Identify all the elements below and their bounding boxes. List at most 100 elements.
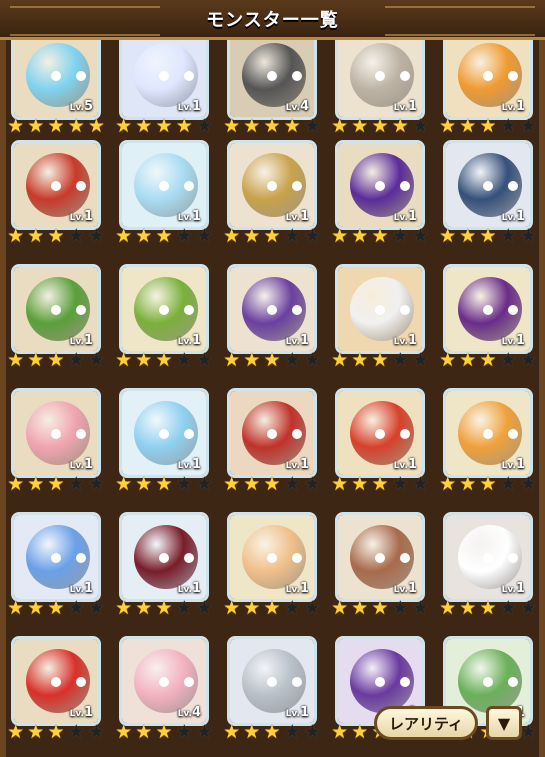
monster-card[interactable]: Lv.1★★★★★ xyxy=(6,264,106,370)
monster-card[interactable]: Lv.1★★★★★ xyxy=(330,512,430,618)
level-label: Lv.5 xyxy=(70,99,93,114)
star-filled-icon: ★ xyxy=(135,473,153,495)
level-value: 1 xyxy=(83,581,93,596)
star-empty-icon: ★ xyxy=(195,349,213,371)
monster-card[interactable]: Lv.1★★★★★ xyxy=(222,264,322,370)
monster-card[interactable]: Lv.1★★★★★ xyxy=(114,40,214,136)
monster-portrait: Lv.1 xyxy=(11,512,101,602)
monster-card[interactable]: Lv.1★★★★★ xyxy=(330,40,430,136)
star-empty-icon: ★ xyxy=(519,473,537,495)
star-empty-icon: ★ xyxy=(391,225,409,247)
eye-icon xyxy=(400,181,410,191)
star-empty-icon: ★ xyxy=(411,473,429,495)
monster-portrait: Lv.1 xyxy=(335,140,425,230)
monster-portrait: Lv.1 xyxy=(335,388,425,478)
level-value: 5 xyxy=(83,99,93,114)
star-filled-icon: ★ xyxy=(223,721,241,743)
level-prefix: Lv. xyxy=(69,213,84,223)
star-filled-icon: ★ xyxy=(459,349,477,371)
eye-icon xyxy=(184,181,194,191)
level-label: Lv.1 xyxy=(70,457,93,472)
eye-icon xyxy=(483,181,493,191)
rarity-filter-button[interactable]: レアリティ xyxy=(374,706,478,740)
monster-card[interactable]: Lv.1★★★★★ xyxy=(222,140,322,246)
monster-card[interactable]: Lv.1★★★★★ xyxy=(330,140,430,246)
star-filled-icon: ★ xyxy=(479,473,497,495)
star-empty-icon: ★ xyxy=(303,721,321,743)
monster-grid[interactable]: Lv.5 ★ ★ ★ ★ ★ Lv.1 ★ ★ ★ ★ ★ Lv.4 ★ ★ ★ ★ ★ Lv.1 ★ ★ ★ ★ ★ Lv.1… xyxy=(0,40,545,757)
level-value: 1 xyxy=(191,209,201,224)
star-filled-icon: ★ xyxy=(115,597,133,619)
star-filled-icon: ★ xyxy=(351,721,369,743)
monster-card[interactable]: Lv.4 ★ ★ ★ ★ ★ xyxy=(222,40,322,136)
level-label: Lv.1 xyxy=(502,457,525,472)
red-salamander-icon xyxy=(350,401,414,465)
monster-card[interactable]: Lv.1★★★★★ xyxy=(438,40,538,136)
monster-portrait: Lv.1 xyxy=(119,40,209,120)
monster-card[interactable]: Lv.1★★★★★ xyxy=(6,388,106,494)
monster-portrait: Lv.4 xyxy=(227,40,317,120)
star-empty-icon: ★ xyxy=(195,473,213,495)
purple-blob-icon xyxy=(242,277,306,341)
monster-card[interactable]: Lv.1★★★★★ xyxy=(114,512,214,618)
monster-portrait: Lv.1 xyxy=(119,512,209,602)
star-empty-icon: ★ xyxy=(195,225,213,247)
monster-card[interactable]: Lv.1★★★★★ xyxy=(330,388,430,494)
eye-icon xyxy=(267,553,277,563)
star-filled-icon: ★ xyxy=(439,115,457,137)
level-prefix: Lv. xyxy=(177,213,192,223)
level-prefix: Lv. xyxy=(285,709,300,719)
monster-portrait: Lv.1 xyxy=(335,40,425,120)
monster-card[interactable]: Lv.1★★★★★ xyxy=(6,512,106,618)
violet-dragon-icon xyxy=(350,649,414,713)
monster-card[interactable]: Lv.1★★★★★ xyxy=(114,140,214,246)
monster-card[interactable]: Lv.1★★★★★ xyxy=(222,636,322,742)
pink-sun-icon xyxy=(134,649,198,713)
eye-icon xyxy=(375,71,385,81)
chevron-down-icon[interactable]: ▼ xyxy=(486,706,522,740)
star-filled-icon: ★ xyxy=(223,225,241,247)
eye-icon xyxy=(76,429,86,439)
eye-icon xyxy=(51,677,61,687)
eye-icon xyxy=(400,677,410,687)
monster-card[interactable]: Lv.4 ★ ★ ★ ★ ★ xyxy=(114,636,214,742)
star-filled-icon: ★ xyxy=(115,225,133,247)
level-label: Lv.1 xyxy=(286,705,309,720)
snowman-icon xyxy=(458,525,522,589)
monster-card[interactable]: Lv.1★★★★★ xyxy=(438,140,538,246)
monster-card[interactable]: Lv.1★★★★★ xyxy=(222,388,322,494)
star-filled-icon: ★ xyxy=(47,225,65,247)
monster-card[interactable]: Lv.1★★★★★ xyxy=(6,636,106,742)
level-label: Lv.1 xyxy=(394,333,417,348)
eye-icon xyxy=(508,71,518,81)
level-value: 1 xyxy=(299,705,309,720)
star-filled-icon: ★ xyxy=(331,115,349,137)
monster-card[interactable]: Lv.1★★★★★ xyxy=(330,264,430,370)
monster-card[interactable]: Lv.1★★★★★ xyxy=(114,388,214,494)
eye-icon xyxy=(375,181,385,191)
eye-icon xyxy=(508,305,518,315)
level-value: 1 xyxy=(299,209,309,224)
star-filled-icon: ★ xyxy=(87,115,105,137)
monster-card[interactable]: Lv.1★★★★★ xyxy=(6,140,106,246)
star-empty-icon: ★ xyxy=(499,473,517,495)
monster-card[interactable]: Lv.1★★★★★ xyxy=(438,388,538,494)
level-label: Lv.1 xyxy=(178,581,201,596)
star-filled-icon: ★ xyxy=(223,115,241,137)
monster-card[interactable]: Lv.1★★★★★ xyxy=(438,512,538,618)
monster-card[interactable]: Lv.5 ★ ★ ★ ★ ★ xyxy=(6,40,106,136)
eye-icon xyxy=(508,181,518,191)
monster-card[interactable]: Lv.1★★★★★ xyxy=(222,512,322,618)
level-label: Lv.1 xyxy=(286,209,309,224)
level-label: Lv.1 xyxy=(70,581,93,596)
star-empty-icon: ★ xyxy=(411,349,429,371)
star-filled-icon: ★ xyxy=(155,473,173,495)
eye-icon xyxy=(483,71,493,81)
star-filled-icon: ★ xyxy=(155,349,173,371)
star-filled-icon: ★ xyxy=(459,473,477,495)
level-value: 1 xyxy=(515,99,525,114)
monster-card[interactable]: Lv.1★★★★★ xyxy=(114,264,214,370)
star-empty-icon: ★ xyxy=(87,721,105,743)
eye-icon xyxy=(267,305,277,315)
monster-card[interactable]: Lv.1★★★★★ xyxy=(438,264,538,370)
